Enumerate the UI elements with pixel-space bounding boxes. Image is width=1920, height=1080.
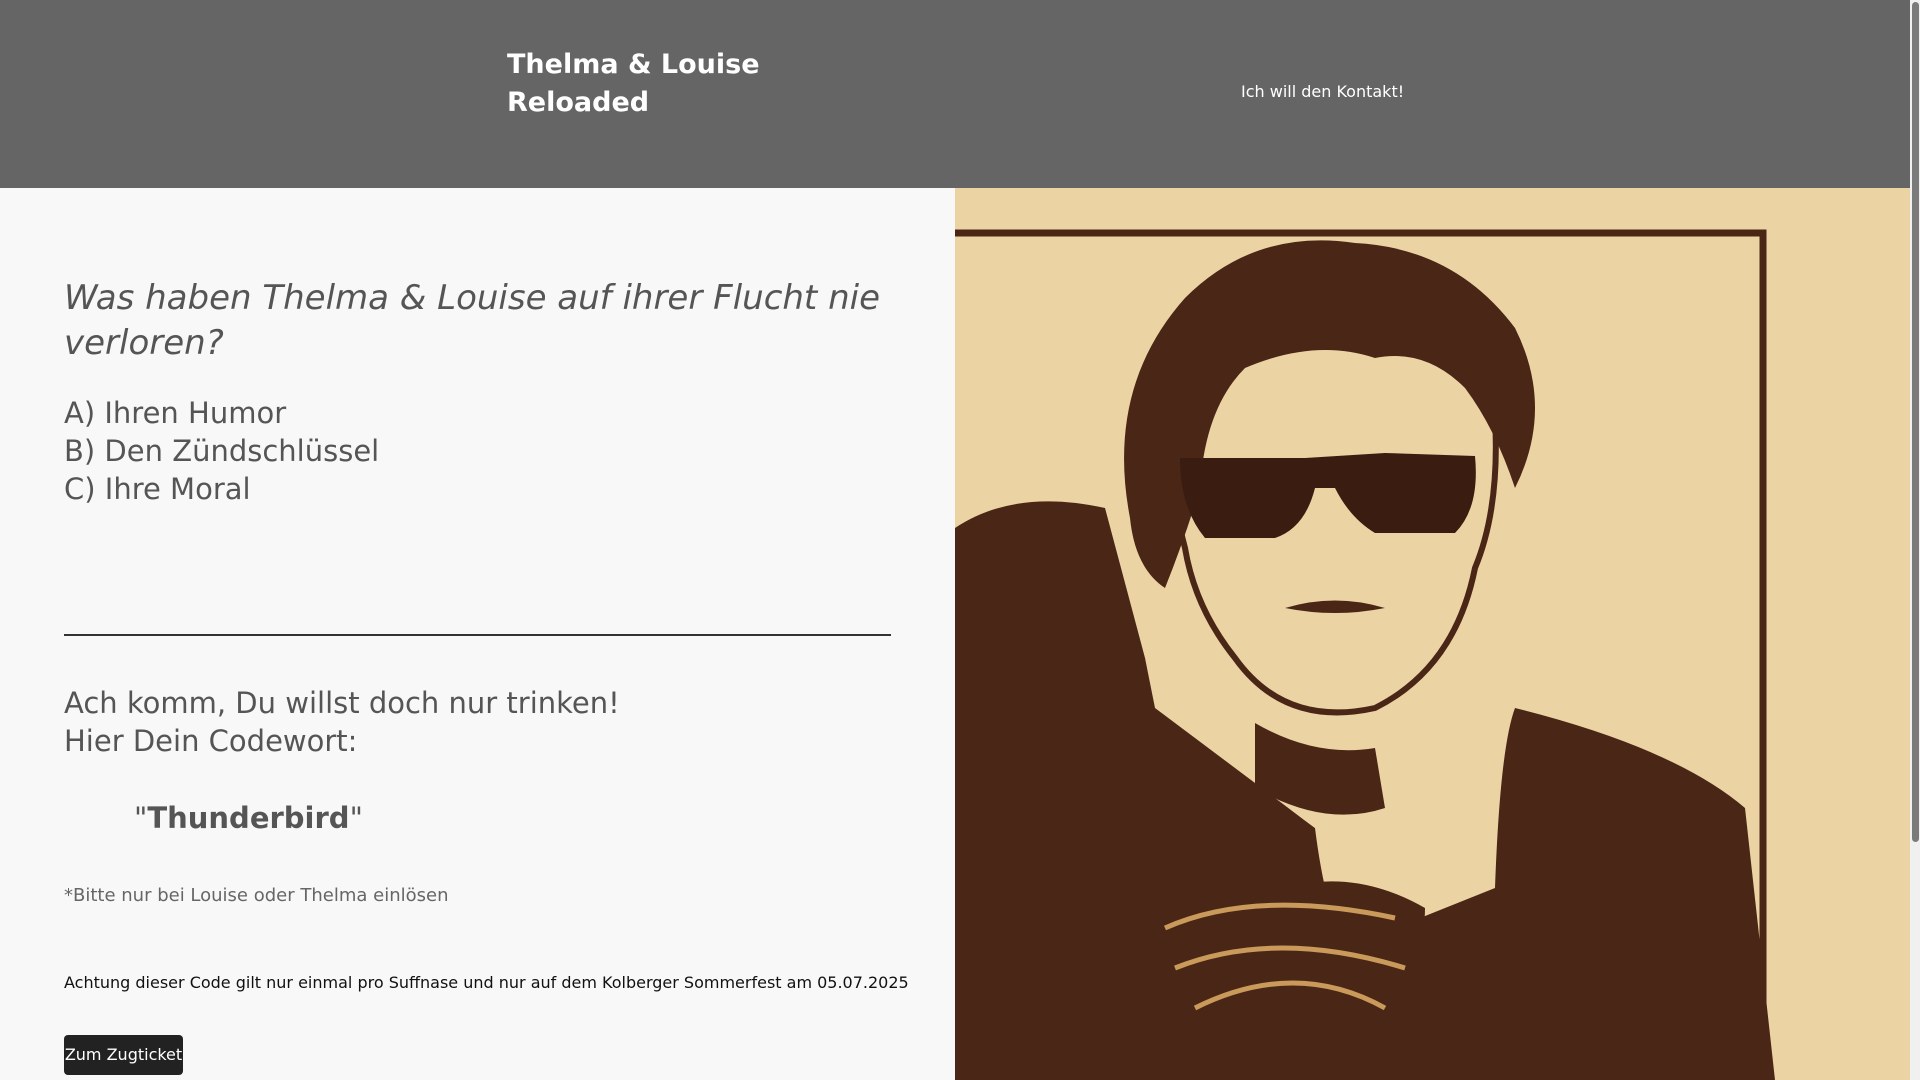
answer-a: A) Ihren Humor: [64, 396, 287, 430]
site-title-line2[interactable]: Reloaded: [507, 84, 767, 122]
site-header: Thelma & Louise Reloaded Ich will den Ko…: [0, 0, 1910, 188]
reward-line2: Hier Dein Codewort:: [64, 724, 358, 758]
site-title-line1[interactable]: Thelma & Louise: [507, 46, 767, 84]
section-divider: [64, 634, 891, 636]
quiz-question: Was haben Thelma & Louise auf ihrer Fluc…: [64, 278, 880, 363]
quote-close: ": [349, 801, 363, 835]
scrollbar-thumb[interactable]: [1912, 2, 1919, 842]
redeem-hint: *Bitte nur bei Louise oder Thelma einlös…: [64, 885, 449, 906]
codeword: Thunderbird: [147, 801, 350, 835]
answer-c: C) Ihre Moral: [64, 472, 251, 506]
poster-illustration: [955, 188, 1910, 1080]
zugticket-button[interactable]: Zum Zugticket: [64, 1035, 183, 1075]
codeword-display: "Thunderbird": [134, 799, 363, 837]
answer-b: B) Den Zündschlüssel: [64, 434, 380, 468]
page-scrollbar[interactable]: [1910, 0, 1920, 1080]
site-title[interactable]: Thelma & Louise Reloaded: [507, 46, 767, 122]
contact-link[interactable]: Ich will den Kontakt!: [1241, 82, 1404, 101]
quiz-answers: A) Ihren Humor B) Den Zündschlüssel C) I…: [64, 394, 379, 508]
reward-text: Ach komm, Du willst doch nur trinken! Hi…: [64, 684, 620, 760]
reward-line1: Ach komm, Du willst doch nur trinken!: [64, 686, 620, 720]
validity-warning: Achtung dieser Code gilt nur einmal pro …: [64, 973, 909, 992]
poster-image: [955, 188, 1910, 1080]
quote-open: ": [134, 801, 148, 835]
